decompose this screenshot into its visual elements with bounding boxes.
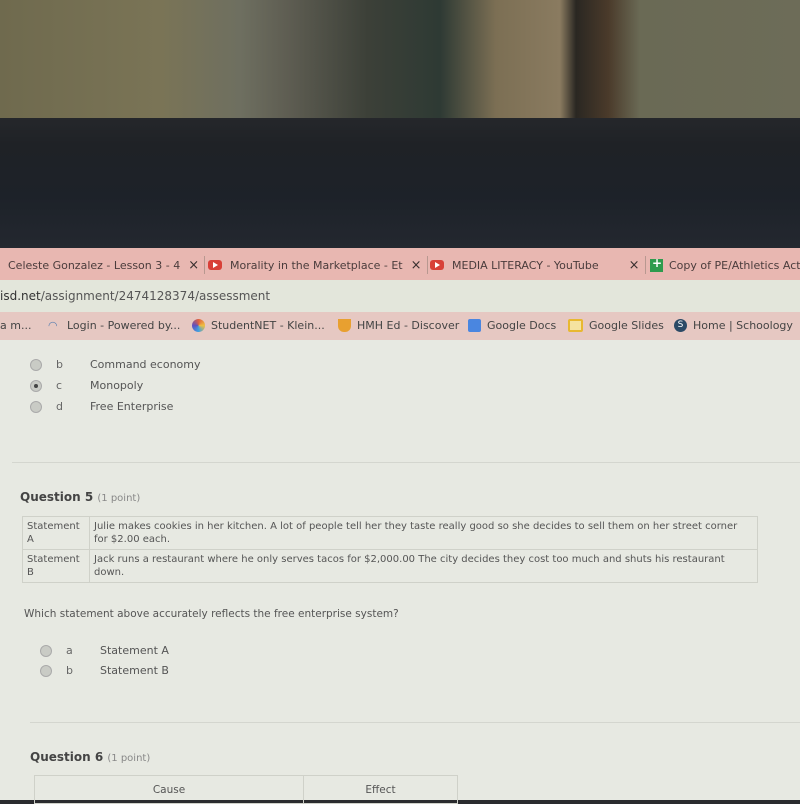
- question-points: (1 point): [107, 753, 151, 764]
- header-cause: Cause: [34, 775, 304, 804]
- tab-title: Celeste Gonzalez - Lesson 3 - 4: [8, 258, 181, 272]
- table-header-row: Cause Effect: [34, 775, 458, 804]
- divider: [12, 462, 800, 463]
- radio-button[interactable]: [30, 358, 42, 371]
- q5-option-a[interactable]: a Statement A: [40, 644, 169, 657]
- bookmarks-bar: a m... ◠ Login - Powered by... StudentNET…: [0, 312, 800, 340]
- url-text[interactable]: isd.net/assignment/2474128374/assessment: [0, 289, 270, 303]
- wifi-icon: ◠: [48, 319, 58, 332]
- divider: [30, 722, 800, 723]
- radio-button[interactable]: [40, 664, 52, 677]
- bookmark-login[interactable]: ◠ Login - Powered by...: [48, 319, 180, 332]
- option-letter: b: [66, 664, 73, 677]
- tab-separator: [644, 256, 646, 274]
- monitor-bezel: [0, 118, 800, 368]
- question-points: (1 point): [97, 493, 141, 504]
- q4-option-b[interactable]: b Command economy: [30, 358, 201, 371]
- bookmark-hmh[interactable]: HMH Ed - Discover: [338, 319, 459, 332]
- url-path: /assignment/2474128374/assessment: [40, 289, 271, 303]
- url-domain: isd.net: [0, 289, 41, 303]
- option-letter: a: [66, 644, 73, 657]
- bookmark-label: a m...: [0, 319, 32, 332]
- q4-option-c[interactable]: c Monopoly: [30, 379, 143, 392]
- radio-button[interactable]: [30, 400, 42, 413]
- bookmark-label: HMH Ed - Discover: [357, 319, 460, 332]
- question-title: Question 5: [20, 490, 94, 504]
- option-text: Free Enterprise: [90, 400, 174, 413]
- option-letter: d: [56, 400, 63, 413]
- assessment-content: b Command economy c Monopoly d Free Ente…: [0, 340, 800, 804]
- statement-text: Julie makes cookies in her kitchen. A lo…: [89, 516, 758, 550]
- google-sheets-icon: [650, 256, 663, 272]
- header-effect: Effect: [303, 775, 458, 804]
- statement-label: Statement B: [22, 549, 90, 583]
- tab-title: MEDIA LITERACY - YouTube: [452, 258, 599, 272]
- option-letter: b: [56, 358, 63, 371]
- bookmark-label: Google Slides: [589, 319, 664, 332]
- option-letter: c: [56, 379, 63, 392]
- tab-media-literacy[interactable]: MEDIA LITERACY - YouTube ×: [430, 254, 646, 276]
- close-icon[interactable]: ×: [629, 258, 640, 273]
- tab-lesson[interactable]: Celeste Gonzalez - Lesson 3 - 4 ×: [8, 254, 206, 276]
- tab-separator: [426, 256, 428, 274]
- close-icon[interactable]: ×: [411, 258, 422, 273]
- table-row: Statement B Jack runs a restaurant where…: [22, 549, 758, 583]
- bookmark-label: Google Docs: [487, 319, 557, 332]
- q4-option-d[interactable]: d Free Enterprise: [30, 400, 173, 413]
- tab-morality[interactable]: Morality in the Marketplace - Et ×: [208, 254, 428, 276]
- google-docs-icon: [468, 319, 481, 332]
- statement-text: Jack runs a restaurant where he only ser…: [89, 549, 758, 583]
- youtube-icon: [208, 260, 222, 270]
- option-text: Command economy: [90, 358, 201, 371]
- browser-window: Celeste Gonzalez - Lesson 3 - 4 × Morali…: [0, 248, 800, 804]
- option-text: Statement B: [100, 664, 169, 677]
- statements-table: Statement A Julie makes cookies in her k…: [22, 516, 758, 583]
- google-slides-icon: [568, 319, 583, 332]
- option-text: Monopoly: [90, 379, 144, 392]
- close-icon[interactable]: ×: [188, 258, 199, 273]
- tab-title: Copy of PE/Athletics Acti: [669, 258, 800, 272]
- question-6-title: Question 6 (1 point): [30, 750, 150, 764]
- bookmark-label: StudentNET - Klein...: [211, 319, 325, 332]
- address-bar[interactable]: isd.net/assignment/2474128374/assessment: [0, 280, 800, 312]
- bookmark-studentnet[interactable]: StudentNET - Klein...: [192, 319, 325, 332]
- question-5-title: Question 5 (1 point): [20, 490, 140, 504]
- q5-option-b[interactable]: b Statement B: [40, 664, 169, 677]
- studentnet-icon: [192, 319, 205, 332]
- tab-pe-athletics[interactable]: Copy of PE/Athletics Acti: [650, 254, 800, 276]
- bookmark-google-docs[interactable]: Google Docs: [468, 319, 556, 332]
- bookmark-label: Login - Powered by...: [67, 319, 181, 332]
- question-prompt: Which statement above accurately reflect…: [24, 608, 399, 620]
- background-room: [0, 0, 800, 118]
- tab-separator: [204, 256, 206, 274]
- statement-label: Statement A: [22, 516, 90, 550]
- bookmark-truncated[interactable]: a m...: [0, 319, 31, 332]
- bookmark-schoology[interactable]: S Home | Schoology: [674, 319, 793, 332]
- youtube-icon: [430, 260, 444, 270]
- radio-button-selected[interactable]: [30, 379, 42, 392]
- bookmark-label: Home | Schoology: [693, 319, 793, 332]
- bookmark-google-slides[interactable]: Google Slides: [568, 319, 664, 332]
- hmh-icon: [338, 319, 351, 332]
- tab-bar: Celeste Gonzalez - Lesson 3 - 4 × Morali…: [0, 248, 800, 280]
- tab-title: Morality in the Marketplace - Et: [230, 258, 403, 272]
- schoology-icon: S: [674, 319, 687, 332]
- option-text: Statement A: [100, 644, 169, 657]
- radio-button[interactable]: [40, 644, 52, 657]
- table-row: Statement A Julie makes cookies in her k…: [22, 516, 758, 550]
- question-title: Question 6: [30, 750, 104, 764]
